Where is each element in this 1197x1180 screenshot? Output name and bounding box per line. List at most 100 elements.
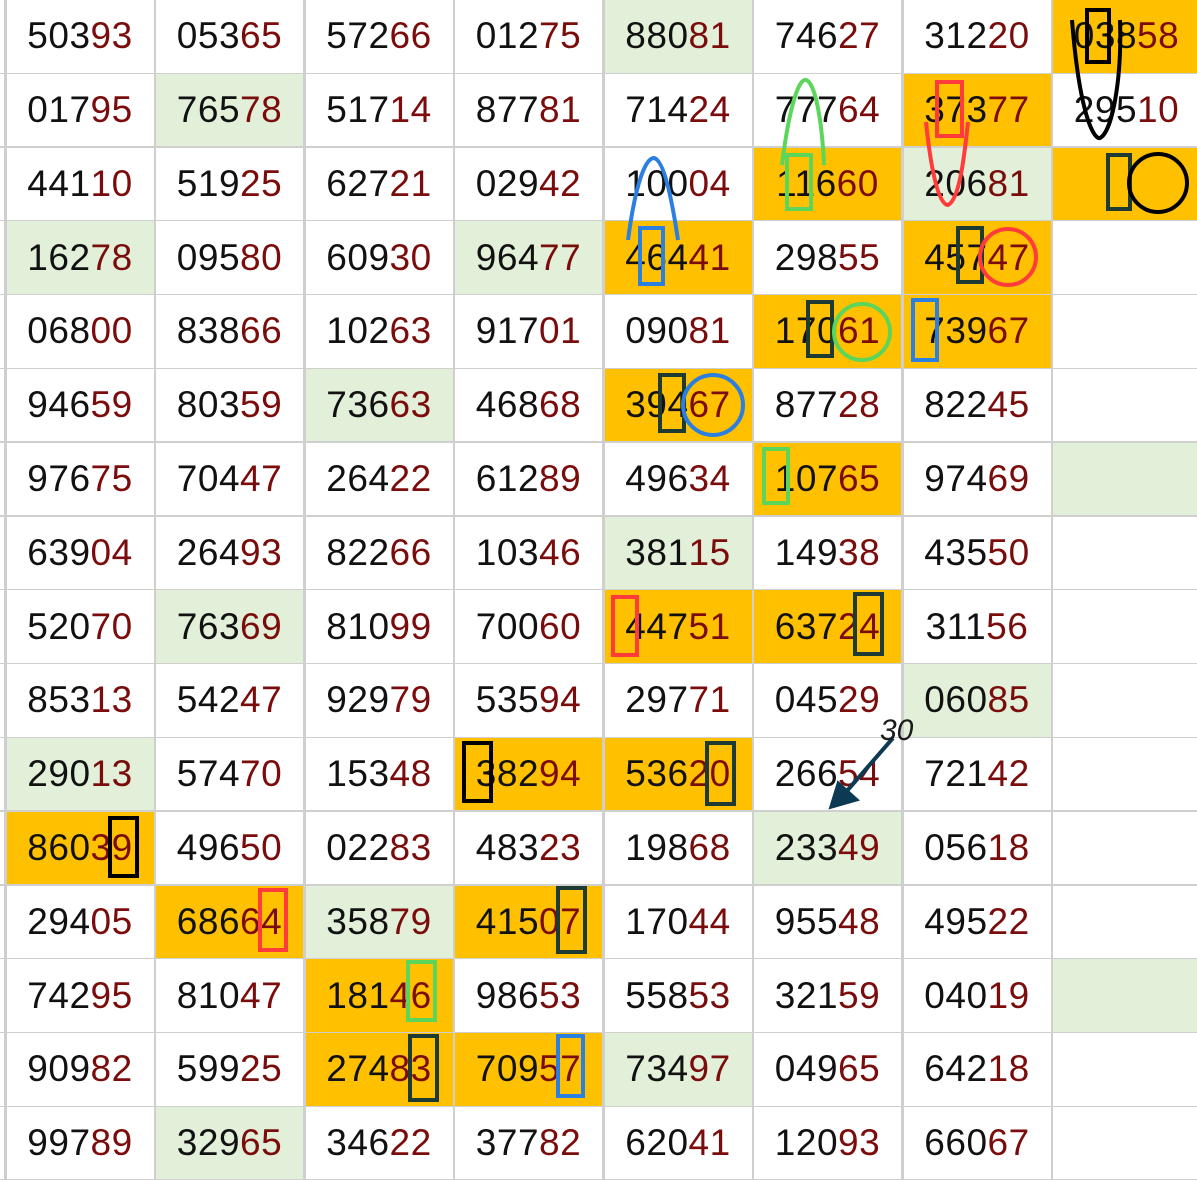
grid-cell: 686 64 bbox=[156, 885, 303, 959]
cell-suffix-digits: 29 bbox=[838, 679, 881, 721]
grid-cell: 822 45 bbox=[903, 368, 1051, 442]
grid-cell: 181 46 bbox=[305, 959, 453, 1032]
grid-cell: 162 78 bbox=[6, 221, 154, 294]
grid-cell: 700 60 bbox=[455, 590, 602, 663]
cell-prefix-digits: 822 bbox=[924, 384, 988, 426]
grid-cell: 321 59 bbox=[754, 959, 901, 1032]
cell-suffix-digits: 99 bbox=[389, 605, 432, 647]
grid-cell: 946 59 bbox=[6, 368, 154, 442]
cell-suffix-digits: 94 bbox=[539, 679, 582, 721]
cell-suffix-digits: 65 bbox=[838, 458, 881, 500]
grid-cell: 877 81 bbox=[455, 73, 602, 147]
cell-suffix-digits: 83 bbox=[389, 827, 432, 869]
cell-prefix-digits: 346 bbox=[326, 1122, 390, 1164]
cell-prefix-digits: 853 bbox=[27, 679, 91, 721]
grid-cell: 496 34 bbox=[604, 442, 752, 516]
cell-prefix-digits: 709 bbox=[475, 1048, 540, 1090]
cell-suffix-digits: 10 bbox=[1137, 89, 1180, 131]
cell-prefix-digits: 483 bbox=[475, 827, 540, 869]
row-gutter bbox=[0, 0, 4, 73]
cell-suffix-digits: 47 bbox=[240, 679, 283, 721]
cell-prefix-digits: 107 bbox=[774, 458, 839, 500]
cell-prefix-digits: 090 bbox=[625, 310, 689, 352]
grid-cell: 294 05 bbox=[6, 885, 154, 959]
cell-suffix-digits: 83 bbox=[389, 1048, 432, 1090]
cell-prefix-digits: 012 bbox=[475, 15, 540, 57]
cell-prefix-digits: 777 bbox=[774, 89, 839, 131]
cell-prefix-digits: 639 bbox=[27, 531, 91, 573]
grid-cell: 311 56 bbox=[903, 590, 1051, 663]
grid-cell bbox=[1053, 221, 1197, 294]
cell-prefix-digits: 609 bbox=[326, 236, 390, 278]
grid-cell: 572 66 bbox=[305, 0, 453, 73]
cell-prefix-digits: 964 bbox=[475, 236, 540, 278]
grid-cell: 415 07 bbox=[455, 885, 602, 959]
cell-prefix-digits: 739 bbox=[924, 310, 988, 352]
cell-suffix-digits: 66 bbox=[389, 531, 432, 573]
cell-prefix-digits: 763 bbox=[176, 605, 241, 647]
row-gutter bbox=[0, 885, 4, 959]
row-gutter bbox=[0, 221, 4, 294]
cell-prefix-digits: 441 bbox=[27, 162, 91, 204]
cell-suffix-digits: 04 bbox=[688, 162, 731, 204]
cell-prefix-digits: 542 bbox=[176, 679, 241, 721]
grid-cell: 040 19 bbox=[903, 959, 1051, 1032]
grid-cell: 917 01 bbox=[455, 295, 602, 368]
cell-suffix-digits: 78 bbox=[240, 89, 283, 131]
cell-prefix-digits: 298 bbox=[774, 236, 839, 278]
grid-cell: 709 57 bbox=[455, 1033, 602, 1106]
grid-cell: 558 53 bbox=[604, 959, 752, 1032]
grid-cell: 517 14 bbox=[305, 73, 453, 147]
cell-prefix-digits: 116 bbox=[776, 162, 837, 204]
cell-suffix-digits: 22 bbox=[389, 458, 432, 500]
grid-cell: 765 78 bbox=[156, 73, 303, 147]
grid-cell: 029 42 bbox=[455, 147, 602, 221]
cell-prefix-digits: 877 bbox=[774, 384, 839, 426]
cell-suffix-digits: 69 bbox=[987, 458, 1030, 500]
cell-prefix-digits: 233 bbox=[774, 827, 839, 869]
grid-cell bbox=[1053, 590, 1197, 663]
cell-prefix-digits: 053 bbox=[176, 15, 241, 57]
cell-prefix-digits: 700 bbox=[475, 605, 540, 647]
cell-suffix-digits: 66 bbox=[389, 15, 432, 57]
cell-prefix-digits: 394 bbox=[625, 384, 689, 426]
grid-cell: 358 79 bbox=[305, 885, 453, 959]
grid-cell: 929 79 bbox=[305, 664, 453, 737]
cell-prefix-digits: 955 bbox=[774, 900, 839, 942]
cell-suffix-digits: 79 bbox=[389, 679, 432, 721]
row-gutter bbox=[0, 737, 4, 811]
cell-suffix-digits: 19 bbox=[987, 974, 1030, 1016]
row-gutter bbox=[0, 147, 4, 221]
row-gutter bbox=[0, 811, 4, 885]
cell-prefix-digits: 558 bbox=[625, 974, 689, 1016]
number-grid: 503 93 053 65 572 66 012 75 880 81 746 27 312 20 038 58… bbox=[0, 0, 1197, 1180]
cell-prefix-digits: 519 bbox=[176, 162, 241, 204]
grid-cell bbox=[1053, 368, 1197, 442]
grid-cell: 206 81 bbox=[903, 147, 1051, 221]
grid-cell: 853 13 bbox=[6, 664, 154, 737]
cell-suffix-digits: 47 bbox=[987, 236, 1030, 278]
grid-cell: 520 70 bbox=[6, 590, 154, 663]
grid-cell: 742 95 bbox=[6, 959, 154, 1032]
cell-suffix-digits: 89 bbox=[90, 1122, 133, 1164]
cell-prefix-digits: 029 bbox=[475, 162, 540, 204]
cell-prefix-digits: 049 bbox=[774, 1048, 839, 1090]
cell-prefix-digits: 120 bbox=[774, 1122, 839, 1164]
grid-cell: 483 23 bbox=[455, 811, 602, 885]
cell-prefix-digits: 312 bbox=[924, 15, 988, 57]
cell-prefix-digits: 620 bbox=[625, 1122, 689, 1164]
cell-suffix-digits: 21 bbox=[389, 162, 432, 204]
cell-prefix-digits: 056 bbox=[924, 827, 988, 869]
cell-prefix-digits: 721 bbox=[924, 753, 988, 795]
cell-suffix-digits: 59 bbox=[240, 384, 283, 426]
grid-cell: 100 04 bbox=[604, 147, 752, 221]
row-gutter bbox=[0, 1106, 4, 1180]
cell-prefix-digits: 974 bbox=[924, 458, 988, 500]
cell-suffix-digits: 65 bbox=[240, 1122, 283, 1164]
grid-cell: 198 68 bbox=[604, 811, 752, 885]
grid-cell: 049 65 bbox=[754, 1033, 901, 1106]
grid-cell: 986 53 bbox=[455, 959, 602, 1032]
cell-suffix-digits: 22 bbox=[389, 1122, 432, 1164]
cell-suffix-digits: 55 bbox=[838, 236, 881, 278]
cell-prefix-digits: 746 bbox=[774, 15, 839, 57]
